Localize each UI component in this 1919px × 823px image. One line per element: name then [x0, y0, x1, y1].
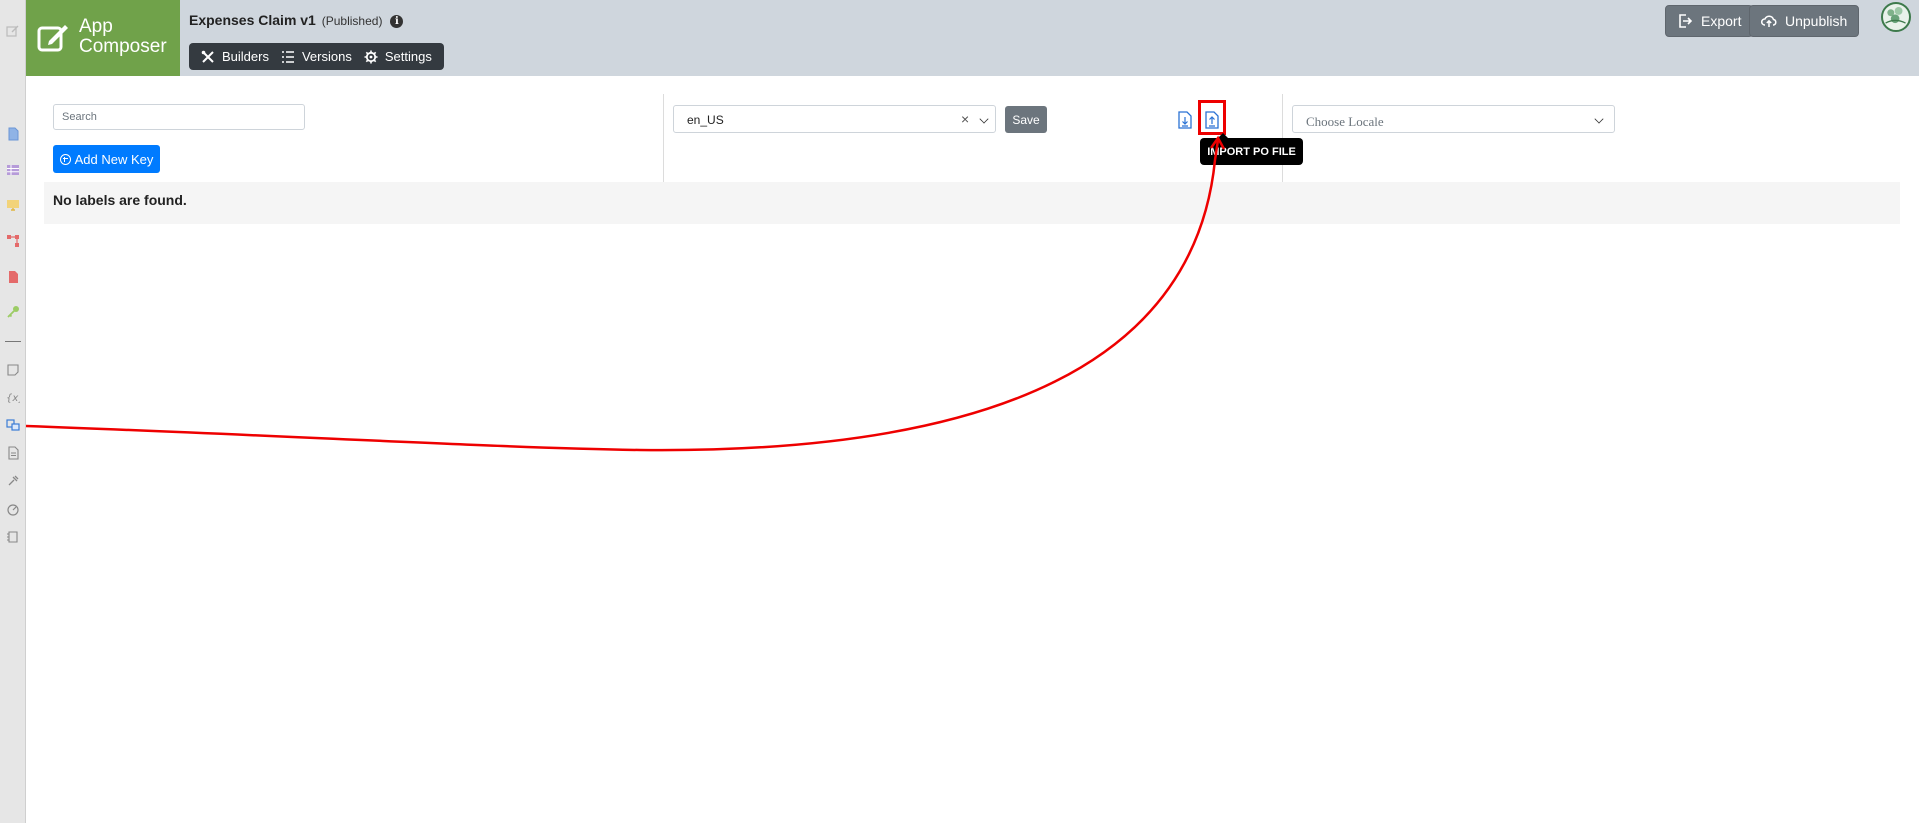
cloud-upload-icon [1761, 15, 1777, 27]
svg-text:{x}: {x} [6, 393, 20, 404]
tools-icon [201, 50, 214, 63]
chevron-down-icon [1594, 114, 1604, 124]
edit-icon[interactable] [6, 24, 20, 38]
tab-settings[interactable]: Settings [358, 43, 438, 70]
brand-title: App Composer [79, 16, 167, 57]
pdf-icon[interactable] [6, 270, 20, 284]
column-divider [663, 94, 664, 182]
key-icon[interactable] [6, 305, 20, 319]
datalist-icon[interactable] [6, 163, 20, 177]
tooltip-text: IMPORT PO FILE [1207, 145, 1296, 158]
process-icon[interactable] [6, 234, 20, 248]
tab-versions[interactable]: Versions [275, 43, 358, 70]
performance-icon[interactable] [6, 502, 20, 516]
unpublish-label: Unpublish [1785, 13, 1848, 29]
tooltip: IMPORT PO FILE [1200, 133, 1303, 165]
search-input[interactable] [53, 104, 305, 130]
add-new-key-button[interactable]: Add New Key [53, 145, 160, 173]
tab-versions-label: Versions [301, 49, 352, 64]
plus-circle-icon [59, 153, 71, 165]
note-icon[interactable] [6, 363, 20, 377]
save-label: Save [1012, 112, 1040, 127]
clear-icon[interactable]: × [961, 111, 969, 127]
form-icon[interactable] [6, 127, 20, 141]
unpublish-button[interactable]: Unpublish [1749, 5, 1860, 37]
locale-select[interactable]: en_US × [673, 105, 996, 133]
rail-divider [5, 341, 21, 342]
log-icon[interactable] [6, 530, 20, 544]
tab-builders[interactable]: Builders [195, 43, 275, 70]
annotation-highlight-box [1198, 100, 1226, 135]
tab-builders-label: Builders [222, 49, 269, 64]
add-new-key-label: Add New Key [74, 151, 154, 167]
app-title: Expenses Claim v1 (Published) i [189, 12, 404, 28]
info-icon[interactable]: i [390, 15, 404, 28]
export-label: Export [1701, 13, 1742, 29]
plugin-icon[interactable] [6, 474, 20, 488]
file-export-icon[interactable] [1178, 111, 1192, 129]
user-avatar[interactable] [1881, 2, 1911, 32]
app-name: Expenses Claim v1 [189, 12, 316, 28]
choose-locale-placeholder: Choose Locale [1306, 114, 1384, 129]
export-icon [1679, 14, 1693, 28]
gear-icon [364, 50, 378, 63]
variable-icon[interactable]: {x} [6, 390, 20, 404]
userview-icon[interactable] [6, 198, 20, 212]
save-button[interactable]: Save [1005, 106, 1047, 133]
list-icon [281, 50, 294, 63]
app-status: (Published) [321, 14, 383, 28]
empty-state-row: No labels are found. [44, 182, 1900, 224]
choose-locale-select[interactable]: Choose Locale [1292, 105, 1615, 133]
app-header: App Composer Expenses Claim v1 (Publishe… [26, 0, 1919, 76]
left-icon-rail: {x} [0, 0, 26, 823]
empty-message: No labels are found. [53, 192, 187, 208]
locale-value: en_US [687, 113, 724, 127]
edit-icon [36, 20, 70, 54]
tab-settings-label: Settings [384, 49, 432, 64]
document-icon[interactable] [6, 446, 20, 460]
export-button[interactable]: Export [1665, 5, 1754, 37]
chevron-down-icon [979, 114, 989, 124]
i18n-icon[interactable] [6, 418, 20, 432]
app-composer-brand[interactable]: App Composer [26, 0, 180, 76]
builder-tabbar: Builders Versions Settings [189, 43, 444, 70]
